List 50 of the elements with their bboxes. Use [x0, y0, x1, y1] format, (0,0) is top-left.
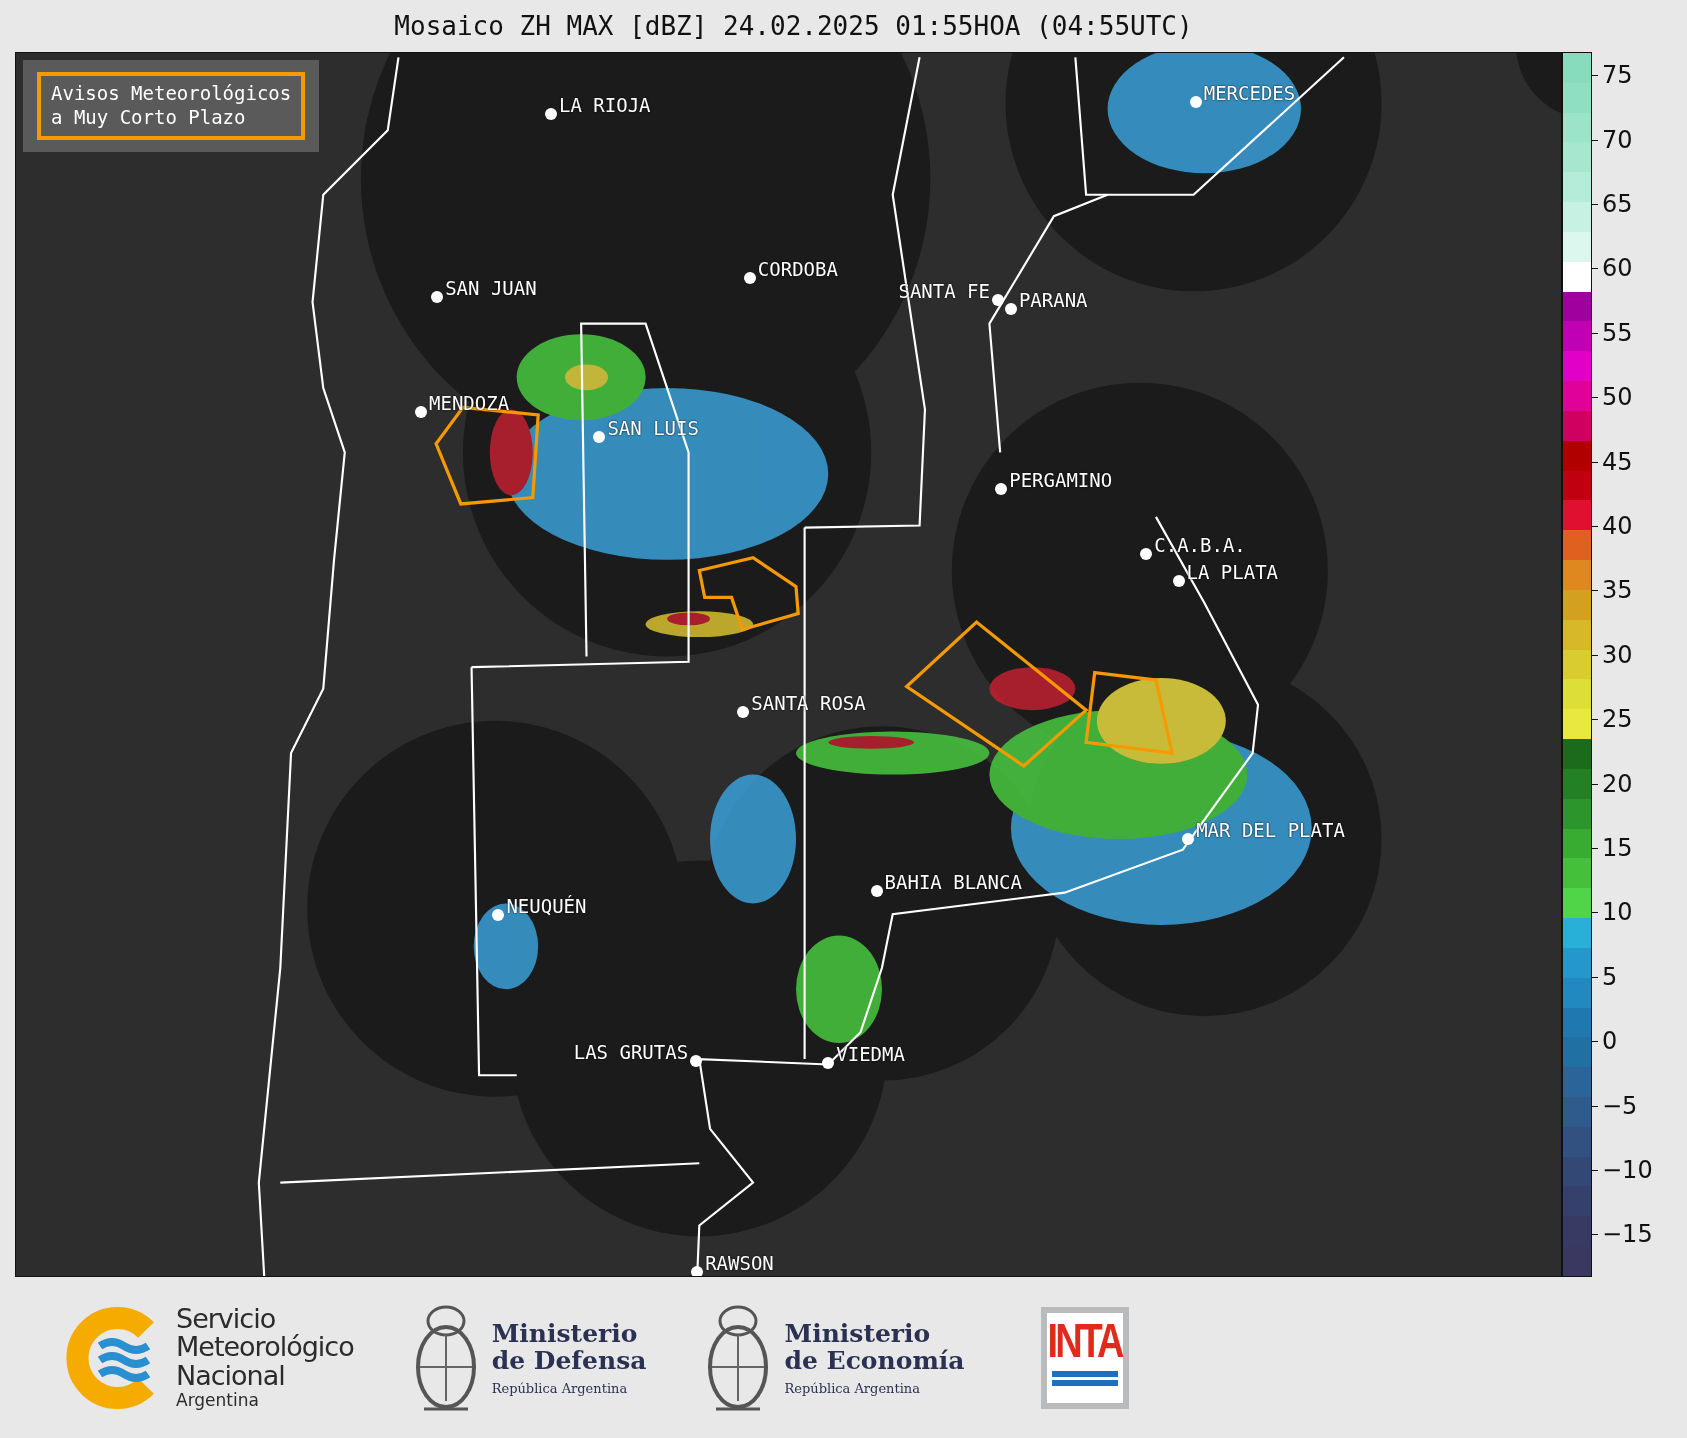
scale-tick-label: 35: [1602, 576, 1633, 605]
scale-tick-label: 75: [1602, 61, 1633, 90]
city-dot: [992, 293, 1004, 306]
ministry-country: República Argentina: [491, 1380, 629, 1396]
ministry-name: Ministerio: [784, 1319, 932, 1347]
scale-tick-label: 50: [1602, 383, 1633, 412]
city-label: BAHIA BLANCA: [884, 870, 1022, 893]
city-label: LAS GRUTAS: [573, 1041, 689, 1064]
city-label: MENDOZA: [429, 391, 510, 414]
scale-tick-label: −10: [1602, 1156, 1653, 1185]
scale-tick-label: 30: [1602, 640, 1633, 669]
city-dot: [415, 405, 428, 418]
scale-tick-label: −15: [1602, 1220, 1653, 1249]
scale-tick-label: 65: [1602, 190, 1633, 218]
scale-tick-label: 15: [1602, 834, 1633, 863]
scale-tick-label: −5: [1602, 1091, 1638, 1120]
city-label: RAWSON: [705, 1251, 774, 1274]
city-label: NEUQUÉN: [506, 895, 587, 918]
city-label: MERCEDES: [1203, 82, 1296, 105]
scale-tick-label: 20: [1602, 769, 1633, 798]
chart-title: Mosaico ZH MAX [dBZ] 24.02.2025 01:55HOA (04:55UTC): [394, 11, 1193, 41]
city-dot: [691, 1265, 704, 1276]
scale-tick-label: 25: [1602, 705, 1633, 734]
scale-tick-label: 0: [1602, 1027, 1618, 1056]
city-dot: [1004, 302, 1017, 315]
inta-logo-text: INTA: [1047, 1316, 1122, 1364]
city-label: PERGAMINO: [1009, 468, 1113, 491]
city-label: CORDOBA: [757, 258, 838, 281]
legend-text: a Muy Corto Plazo: [51, 105, 247, 130]
scale-tick-label: 10: [1602, 898, 1633, 927]
ministry-name: Ministerio: [491, 1319, 639, 1347]
scale-tick-label: 5: [1602, 962, 1618, 991]
city-dot: [737, 706, 750, 719]
city-label: PARANA: [1018, 288, 1088, 311]
ministry-country: República Argentina: [784, 1380, 921, 1396]
scale-tick-label: 40: [1602, 512, 1633, 540]
scale-tick-label: 55: [1602, 318, 1633, 347]
scale-tick-label: 45: [1602, 447, 1633, 476]
legend-text: Avisos Meteorológicos: [51, 82, 292, 106]
agency-name: Servicio: [176, 1305, 277, 1334]
city-label: VIEDMA: [836, 1043, 905, 1066]
agency-name: Meteorológico: [176, 1333, 354, 1362]
city-label: SAN JUAN: [445, 276, 537, 299]
ministry-name: de Economía: [784, 1347, 965, 1375]
ministry-name: de Defensa: [491, 1347, 647, 1375]
scale-tick-label: 60: [1602, 254, 1633, 283]
city-label: LA RIOJA: [559, 94, 651, 117]
scale-tick-label: 70: [1602, 125, 1633, 154]
agency-country: Argentina: [176, 1390, 260, 1410]
agency-name: Nacional: [176, 1361, 285, 1390]
